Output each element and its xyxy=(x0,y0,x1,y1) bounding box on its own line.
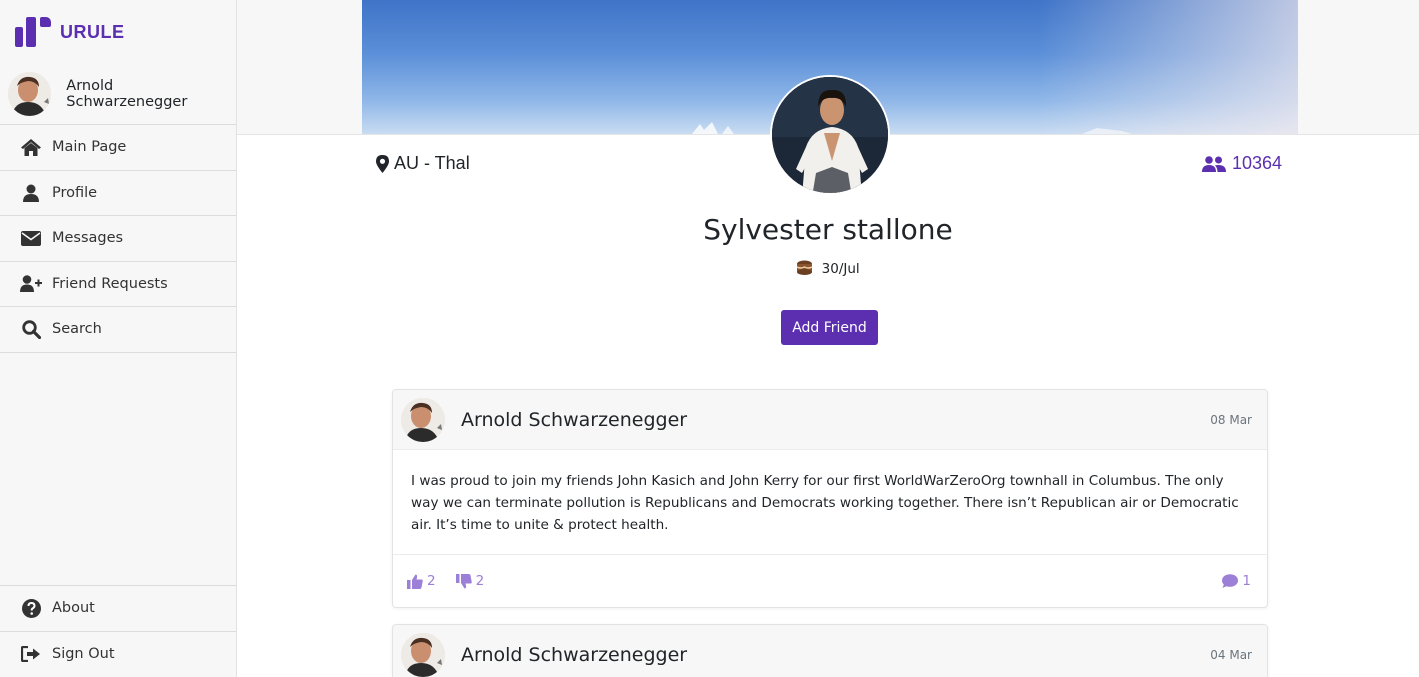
avatar[interactable] xyxy=(401,632,445,677)
comments-button[interactable]: 1 xyxy=(1222,573,1251,589)
sidebar-item-about[interactable]: About xyxy=(0,586,236,632)
sidebar-item-friend-requests[interactable]: Friend Requests xyxy=(0,262,236,307)
user-icon xyxy=(20,183,42,203)
profile-avatar[interactable] xyxy=(770,75,890,195)
friends-count[interactable]: 10364 xyxy=(1201,153,1282,174)
users-icon xyxy=(1201,155,1226,172)
search-icon xyxy=(20,319,42,339)
sidebar-item-label: Friend Requests xyxy=(52,275,168,292)
sidebar-item-label: Messages xyxy=(52,230,124,247)
sidebar-item-main-page[interactable]: Main Page xyxy=(0,125,236,171)
dislike-count: 2 xyxy=(475,573,485,589)
thumbs-down-icon xyxy=(455,573,472,588)
sidebar-item-label: Sign Out xyxy=(52,646,115,663)
current-user[interactable]: Arnold Schwarzenegger xyxy=(0,64,236,125)
home-icon xyxy=(20,137,42,157)
sidebar-item-label: About xyxy=(52,600,95,617)
post-author[interactable]: Arnold Schwarzenegger xyxy=(461,409,687,431)
location-text: AU - Thal xyxy=(394,153,470,173)
post-card: Arnold Schwarzenegger 08 Mar I was proud… xyxy=(392,389,1268,608)
sidebar-item-label: Main Page xyxy=(52,139,127,156)
comment-count: 1 xyxy=(1242,573,1251,589)
post-card: Arnold Schwarzenegger 04 Mar xyxy=(392,624,1268,677)
friends-count-value: 10364 xyxy=(1231,153,1282,173)
brand-name: URULE xyxy=(60,21,125,42)
post-text: I was proud to join my friends John Kasi… xyxy=(393,450,1267,555)
sign-out-icon xyxy=(20,644,42,664)
sidebar-item-messages[interactable]: Messages xyxy=(0,216,236,262)
cake-icon xyxy=(796,260,813,279)
avatar xyxy=(8,72,52,116)
add-friend-button[interactable]: Add Friend xyxy=(781,310,878,345)
sidebar-item-label: Profile xyxy=(52,184,98,201)
profile-name: Sylvester stallone xyxy=(703,213,953,246)
main-content: AU - Thal 10364 Sylvester stallone 30/Ju… xyxy=(237,0,1419,677)
envelope-icon xyxy=(20,228,42,248)
sidebar-item-sign-out[interactable]: Sign Out xyxy=(0,632,236,677)
sidebar: URULE Arnold Schwarzenegger Main Page Pr… xyxy=(0,0,237,677)
post-date: 04 Mar xyxy=(1210,648,1252,662)
current-user-name: Arnold Schwarzenegger xyxy=(66,78,188,110)
post-author[interactable]: Arnold Schwarzenegger xyxy=(461,644,687,666)
like-count: 2 xyxy=(427,573,436,589)
profile-birthday: 30/Jul xyxy=(237,260,1419,279)
post-header: Arnold Schwarzenegger 08 Mar xyxy=(393,390,1267,450)
profile-location: AU - Thal xyxy=(376,153,470,174)
post-header: Arnold Schwarzenegger 04 Mar xyxy=(393,625,1267,677)
post-date: 08 Mar xyxy=(1210,413,1252,427)
sidebar-item-label: Search xyxy=(52,321,102,338)
question-circle-icon xyxy=(20,598,42,618)
user-plus-icon xyxy=(20,274,42,294)
sidebar-item-profile[interactable]: Profile xyxy=(0,171,236,216)
thumbs-up-icon xyxy=(407,574,423,589)
brand[interactable]: URULE xyxy=(0,0,236,64)
map-marker-icon xyxy=(376,154,389,173)
like-button[interactable]: 2 xyxy=(407,573,436,589)
birthday-text: 30/Jul xyxy=(821,261,860,277)
sidebar-item-search[interactable]: Search xyxy=(0,307,236,353)
post-footer: 2 2 1 xyxy=(393,555,1267,607)
sidebar-bottom: About Sign Out xyxy=(0,585,236,677)
urule-logo-icon xyxy=(15,17,52,47)
comment-icon xyxy=(1222,574,1239,588)
avatar[interactable] xyxy=(401,397,445,442)
dislike-button[interactable]: 2 xyxy=(455,573,485,589)
